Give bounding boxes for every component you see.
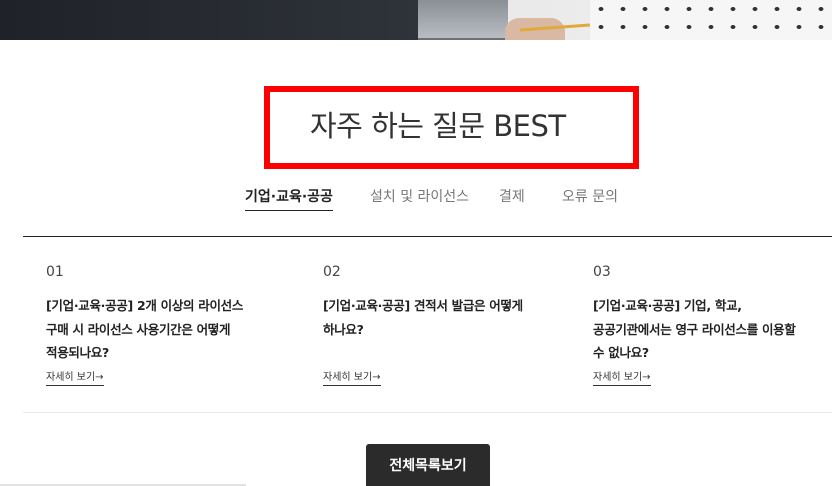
faq-category-tabs: 기업·교육·공공 설치 및 라이선스 결제 오류 문의 [0,186,832,211]
faq-card[interactable]: 01 [기업·교육·공공] 2개 이상의 라이선스 구매 시 라이선스 사용기간… [46,264,286,386]
hero-banner-image [0,0,832,40]
read-more-link[interactable]: 자세히 보기→ [593,368,651,386]
faq-question[interactable]: [기업·교육·공공] 기업, 학교, 공공기관에서는 영구 라이선스를 이용할 … [593,294,832,365]
read-more-link[interactable]: 자세히 보기→ [323,368,381,386]
tab-error-inquiry[interactable]: 오류 문의 [562,186,618,206]
faq-question-line: 수 없나요? [593,345,649,360]
tab-install-license[interactable]: 설치 및 라이선스 [370,186,469,206]
hero-dotted-shirt [590,0,832,40]
list-top-divider [23,236,832,237]
faq-question-line: [기업·교육·공공] 2개 이상의 라이선스 [46,298,244,313]
hero-dark-area [0,0,420,40]
faq-question[interactable]: [기업·교육·공공] 견적서 발급은 어떻게 하나요? [323,294,563,341]
faq-question-line: 하나요? [323,321,364,337]
faq-card[interactable]: 03 [기업·교육·공공] 기업, 학교, 공공기관에서는 영구 라이선스를 이… [593,264,832,386]
faq-question-line: 공공기관에서는 영구 라이선스를 이용할 [593,321,796,337]
faq-question-line: [기업·교육·공공] 견적서 발급은 어떻게 [323,298,523,313]
hero-laptop [418,0,508,40]
list-bottom-divider [23,412,832,413]
view-all-button[interactable]: 전체목록보기 [366,444,490,486]
faq-question-line: 구매 시 라이선스 사용기간은 어떻게 [46,321,231,337]
faq-question-line: [기업·교육·공공] 기업, 학교, [593,298,742,313]
faq-number: 01 [46,264,64,280]
read-more-link[interactable]: 자세히 보기→ [46,368,104,386]
faq-number: 03 [593,264,611,280]
section-title: 자주 하는 질문 BEST [310,109,566,143]
faq-number: 02 [323,264,341,280]
tab-enterprise-education-public[interactable]: 기업·교육·공공 [245,186,333,211]
faq-question[interactable]: [기업·교육·공공] 2개 이상의 라이선스 구매 시 라이선스 사용기간은 어… [46,294,286,365]
tab-payment[interactable]: 결제 [499,186,525,206]
faq-card[interactable]: 02 [기업·교육·공공] 견적서 발급은 어떻게 하나요? 자세히 보기→ [323,264,563,386]
faq-question-line: 적용되나요? [46,345,109,360]
